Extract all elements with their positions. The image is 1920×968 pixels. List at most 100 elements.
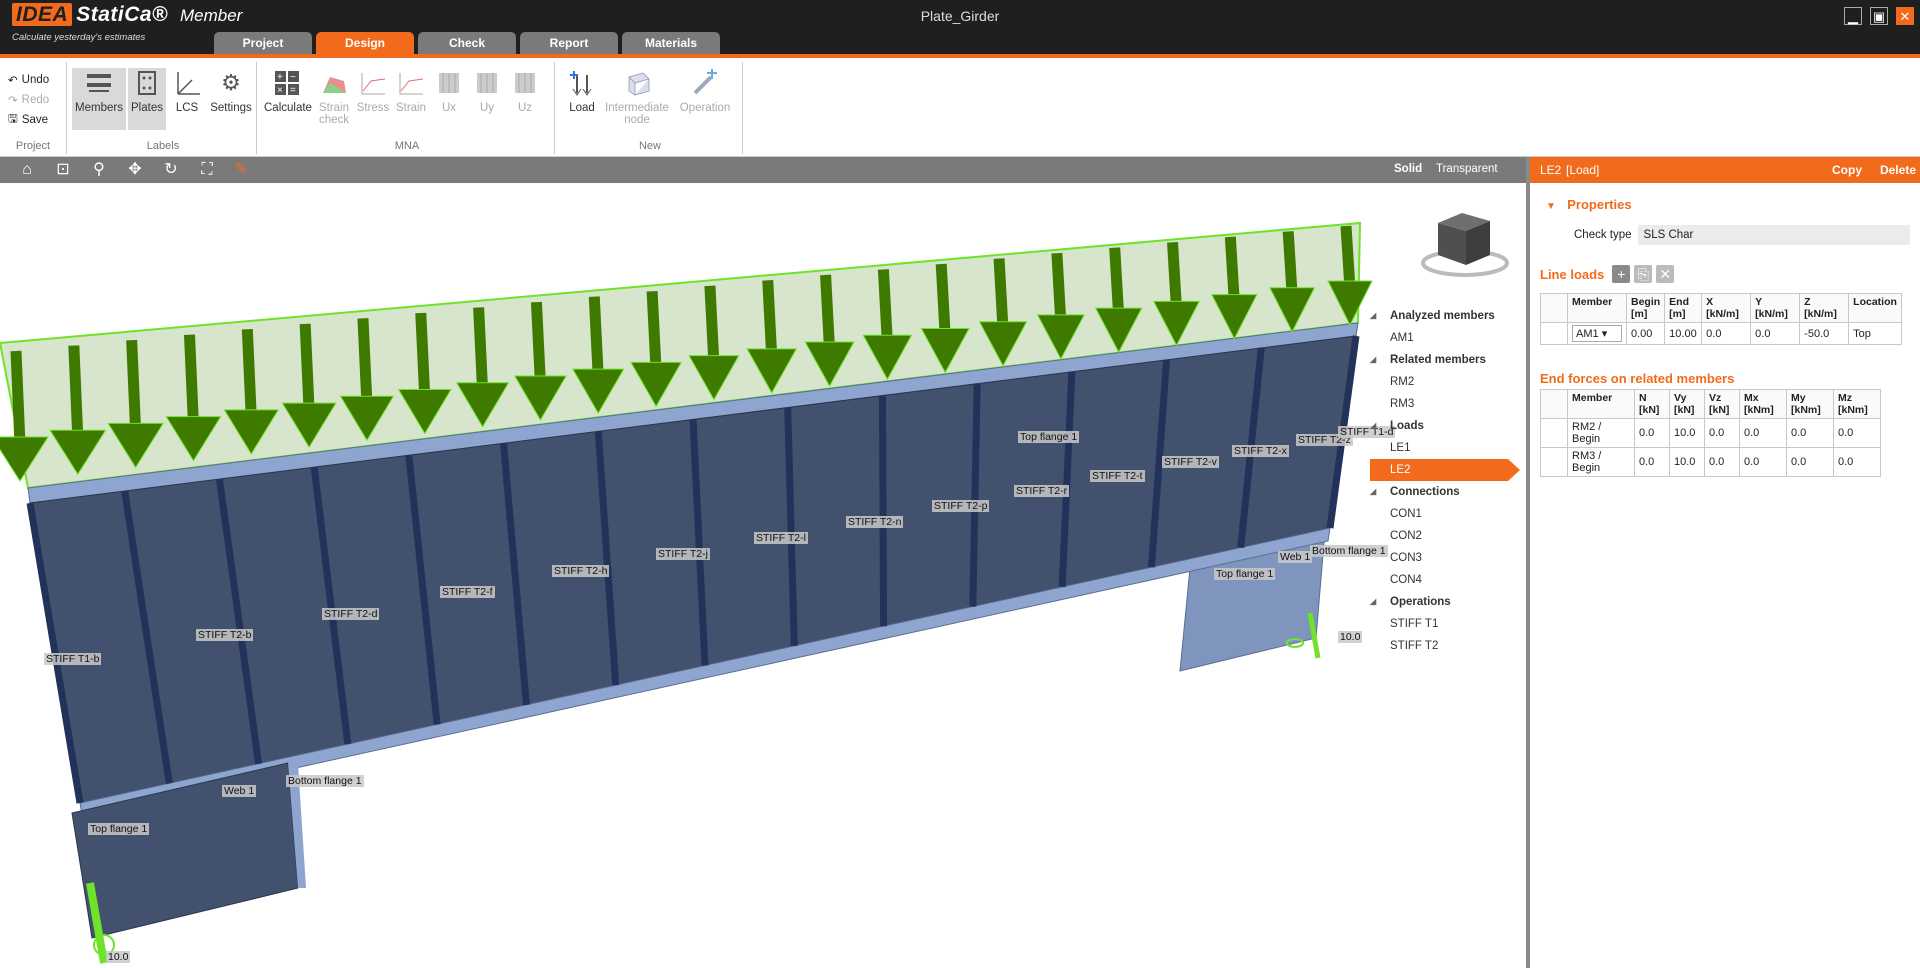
- copy-button[interactable]: Copy: [1832, 163, 1862, 177]
- home-icon[interactable]: ⌂: [16, 160, 38, 180]
- cell-y[interactable]: 0.0: [1750, 322, 1801, 345]
- uz-icon: [510, 68, 540, 98]
- copy-row-icon[interactable]: ⎘: [1634, 265, 1653, 283]
- calculate-button[interactable]: + − × = Calculate: [264, 68, 312, 114]
- col-end: End [m]: [1664, 293, 1703, 323]
- view-toolbar: ⌂ ⊡ ⚲ ✥ ↻ ⛶ ✎ Solid Transparent: [0, 157, 1526, 183]
- view-cube[interactable]: [1421, 213, 1509, 277]
- col-mx: Mx [kNm]: [1739, 389, 1787, 419]
- pan-icon[interactable]: ✥: [124, 160, 146, 180]
- tab-check[interactable]: Check: [418, 32, 516, 54]
- tree-item-con3[interactable]: CON3: [1370, 547, 1510, 569]
- col-z: Z [kN/m]: [1799, 293, 1850, 323]
- girder-3d-model[interactable]: [0, 183, 1526, 968]
- check-type-field[interactable]: SLS Char: [1637, 225, 1910, 245]
- tree-header-loads[interactable]: Loads: [1370, 415, 1510, 437]
- tree-header-connections[interactable]: Connections: [1370, 481, 1510, 503]
- tree-item-con2[interactable]: CON2: [1370, 525, 1510, 547]
- stress-chart-icon: [358, 68, 388, 98]
- col-begin: Begin [m]: [1625, 293, 1666, 323]
- save-button[interactable]: 🖫 Save: [0, 110, 66, 130]
- col-y: Y [kN/m]: [1750, 293, 1801, 323]
- maximize-button[interactable]: ▣: [1870, 7, 1888, 25]
- tree-item-rm2[interactable]: RM2: [1370, 371, 1510, 393]
- add-icon[interactable]: +: [1612, 265, 1631, 283]
- intermediate-node-button[interactable]: Intermediate node: [604, 68, 670, 126]
- redo-icon: ↷: [8, 95, 18, 107]
- tree-header-related[interactable]: Related members: [1370, 349, 1510, 371]
- tree-item-con1[interactable]: CON1: [1370, 503, 1510, 525]
- col-my: My [kNm]: [1786, 389, 1834, 419]
- uy-button[interactable]: Uy: [470, 68, 504, 114]
- tree-item-le2[interactable]: LE2: [1370, 459, 1520, 481]
- ribbon: ↶ Undo ↷ Redo 🖫 Save Project Members Plates…: [0, 58, 1920, 157]
- tree-item-rm3[interactable]: RM3: [1370, 393, 1510, 415]
- stiffener-label: STIFF T2-t: [1090, 470, 1145, 482]
- stiffener-label: STIFF T2-v: [1162, 456, 1219, 468]
- tree-item-am1[interactable]: AM1: [1370, 327, 1510, 349]
- end-forces-title: End forces on related members: [1540, 371, 1735, 386]
- tree-header-operations[interactable]: Operations: [1370, 591, 1510, 613]
- cell-end[interactable]: 10.00: [1664, 322, 1703, 345]
- delete-row-icon[interactable]: ✕: [1656, 265, 1675, 283]
- load-icon: [567, 68, 597, 98]
- ux-button[interactable]: Ux: [432, 68, 466, 114]
- tab-project[interactable]: Project: [214, 32, 312, 54]
- redo-button[interactable]: ↷ Redo: [0, 90, 66, 110]
- cell-location[interactable]: Top: [1848, 322, 1902, 345]
- tree-item-le1[interactable]: LE1: [1370, 437, 1510, 459]
- stiffener-label: STIFF T1-b: [44, 653, 102, 665]
- model-viewport[interactable]: STIFF T1-b STIFF T2-b STIFF T2-d STIFF T2-f…: [0, 183, 1526, 968]
- settings-button[interactable]: ⚙ Settings: [208, 68, 254, 114]
- plate-label: Top flange 1: [1018, 431, 1080, 443]
- panel-item-name: LE2: [1540, 163, 1562, 177]
- table-row[interactable]: RM3 / Begin 0.0 10.0 0.0 0.0 0.0 0.0: [1540, 447, 1881, 477]
- new-group: Load Intermediate node Operation New: [558, 62, 743, 154]
- save-icon: 🖫: [8, 112, 18, 125]
- cell-z[interactable]: -50.0: [1799, 322, 1850, 345]
- stiffener: [969, 383, 981, 607]
- uz-button[interactable]: Uz: [508, 68, 542, 114]
- cell-x[interactable]: 0.0: [1701, 322, 1752, 345]
- tab-report[interactable]: Report: [520, 32, 618, 54]
- solid-mode[interactable]: Solid: [1394, 163, 1422, 175]
- load-button[interactable]: Load: [564, 68, 600, 114]
- properties-title: Properties: [1567, 197, 1632, 212]
- table-row[interactable]: AM1 ▾ 0.00 10.00 0.0 0.0 -50.0 Top: [1540, 322, 1902, 345]
- undo-button[interactable]: ↶ Undo: [0, 70, 66, 90]
- rotate-icon[interactable]: ↻: [160, 160, 182, 180]
- operation-button[interactable]: Operation: [676, 68, 734, 114]
- transparent-mode[interactable]: Transparent: [1436, 163, 1498, 175]
- member-select[interactable]: AM1 ▾: [1572, 325, 1622, 342]
- col-n: N [kN]: [1634, 389, 1670, 419]
- cell-begin[interactable]: 0.00: [1625, 322, 1666, 345]
- delete-button[interactable]: Delete: [1880, 163, 1916, 177]
- tree-item-con4[interactable]: CON4: [1370, 569, 1510, 591]
- plates-button[interactable]: Plates: [128, 68, 166, 130]
- tab-materials[interactable]: Materials: [622, 32, 720, 54]
- close-button[interactable]: ✕: [1896, 7, 1914, 25]
- collapse-icon[interactable]: ▼: [1546, 201, 1556, 212]
- mna-group: + − × = Calculate Strain check Stress Strain…: [260, 62, 555, 154]
- lcs-button[interactable]: LCS: [168, 68, 206, 114]
- line-loads-title: Line loads: [1540, 266, 1605, 282]
- tree-header-analyzed[interactable]: Analyzed members: [1370, 305, 1510, 327]
- strain-chart-icon: [396, 68, 426, 98]
- strain-check-icon: [319, 68, 349, 98]
- strain-button[interactable]: Strain: [394, 68, 428, 114]
- zoom-icon[interactable]: ⚲: [88, 160, 110, 180]
- table-row[interactable]: RM2 / Begin 0.0 10.0 0.0 0.0 0.0 0.0: [1540, 418, 1881, 448]
- tree-item-stiff-t1[interactable]: STIFF T1: [1370, 613, 1510, 635]
- strain-check-button[interactable]: Strain check: [316, 68, 352, 126]
- minimize-button[interactable]: ▁: [1844, 7, 1862, 25]
- line-loads-table: Member Begin [m] End [m] X [kN/m] Y [kN/…: [1540, 293, 1902, 345]
- properties-section[interactable]: ▼ Properties: [1546, 197, 1632, 212]
- plate-label: Bottom flange 1: [286, 775, 364, 787]
- pencil-icon[interactable]: ✎: [230, 160, 252, 180]
- zoom-window-icon[interactable]: ⊡: [52, 160, 74, 180]
- zoom-all-icon[interactable]: ⛶: [196, 160, 218, 180]
- members-button[interactable]: Members: [72, 68, 126, 130]
- tab-design[interactable]: Design: [316, 32, 414, 54]
- tree-item-stiff-t2[interactable]: STIFF T2: [1370, 635, 1510, 657]
- stress-button[interactable]: Stress: [356, 68, 390, 114]
